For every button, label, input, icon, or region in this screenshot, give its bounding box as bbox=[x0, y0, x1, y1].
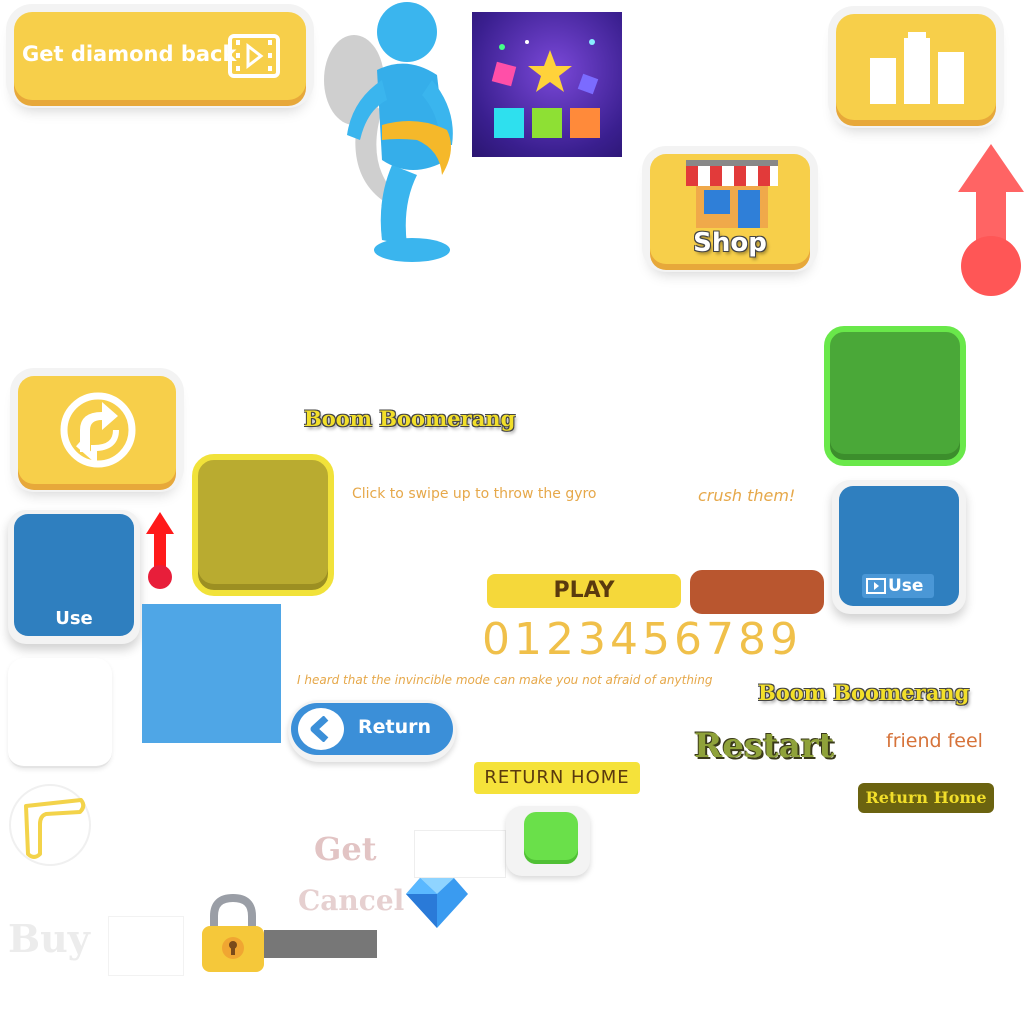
up-arrow-icon bbox=[958, 144, 1024, 296]
lock-icon bbox=[202, 894, 264, 972]
use-label-right: Use bbox=[888, 576, 924, 596]
return-button[interactable]: Return bbox=[288, 700, 456, 762]
toggle-switch[interactable] bbox=[414, 806, 590, 878]
refresh-icon bbox=[60, 392, 136, 468]
swipe-hint-text: Click to swipe up to throw the gyro bbox=[352, 486, 597, 502]
shop-label: Shop bbox=[693, 228, 767, 258]
get-button[interactable]: Get bbox=[314, 830, 376, 868]
use-button-left[interactable]: Use bbox=[8, 510, 140, 644]
leaderboard-button[interactable] bbox=[836, 14, 996, 120]
friend-feel-text: friend feel bbox=[886, 730, 983, 752]
return-home-olive-button[interactable]: Return Home bbox=[858, 783, 994, 813]
diamond-icon bbox=[406, 878, 468, 928]
crush-text: crush them! bbox=[698, 486, 796, 505]
game-title-right: Boom Boomerang bbox=[758, 680, 970, 705]
blank-panel bbox=[8, 658, 112, 768]
cancel-button[interactable]: Cancel bbox=[298, 884, 404, 917]
progress-bar bbox=[264, 930, 377, 958]
use-label-left: Use bbox=[55, 608, 93, 629]
bar-chart-icon bbox=[870, 32, 964, 104]
use-button-right[interactable]: Use bbox=[832, 480, 966, 614]
shop-icon bbox=[686, 160, 778, 228]
return-home-label: RETURN HOME bbox=[484, 767, 630, 788]
invincible-text: I heard that the invincible mode can mak… bbox=[297, 673, 713, 687]
green-square-button[interactable] bbox=[824, 326, 966, 466]
film-icon bbox=[228, 34, 280, 78]
digits-strip: 0123456789 bbox=[482, 614, 802, 665]
get-diamond-back-button[interactable]: Get diamond back bbox=[14, 12, 306, 100]
play-button[interactable]: PLAY bbox=[487, 574, 681, 608]
game-logo bbox=[472, 12, 622, 157]
shop-button[interactable]: Shop bbox=[650, 154, 810, 264]
chevron-left-icon bbox=[310, 716, 329, 742]
game-title-top: Boom Boomerang bbox=[304, 406, 516, 431]
light-blue-panel bbox=[142, 604, 281, 743]
restart-button[interactable]: Restart bbox=[694, 726, 834, 766]
rust-button[interactable] bbox=[690, 570, 824, 614]
buy-button[interactable]: Buy bbox=[8, 916, 90, 961]
runner-figure bbox=[324, 2, 453, 262]
return-label: Return bbox=[358, 716, 432, 738]
olive-square-button[interactable] bbox=[192, 454, 334, 596]
return-home-olive-label: Return Home bbox=[865, 788, 987, 807]
return-home-button[interactable]: RETURN HOME bbox=[474, 762, 640, 794]
refresh-button[interactable] bbox=[18, 376, 176, 484]
film-icon bbox=[866, 578, 886, 594]
play-label: PLAY bbox=[553, 578, 615, 603]
small-up-arrow-icon bbox=[146, 512, 174, 589]
get-diamond-back-label: Get diamond back bbox=[22, 42, 237, 66]
video-placeholder bbox=[108, 916, 184, 976]
boomerang-icon bbox=[9, 784, 91, 866]
